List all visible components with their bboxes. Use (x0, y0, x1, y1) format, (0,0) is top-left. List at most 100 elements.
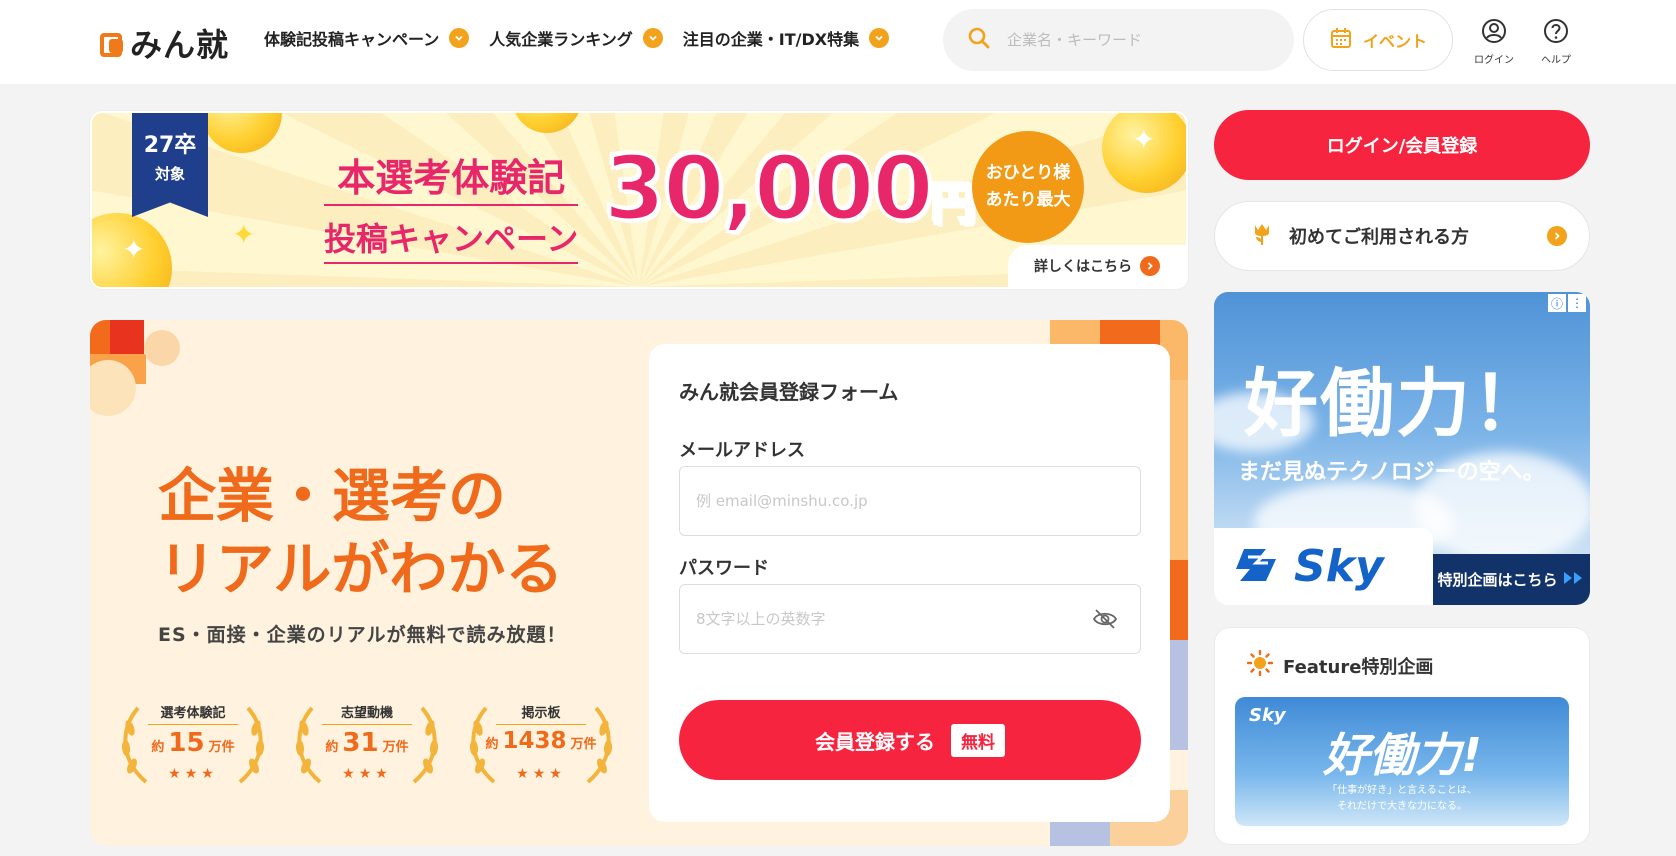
campaign-banner[interactable]: ✦ ✦ ✦ 27卒 対象 本選考体験記 投稿キャンペーン 30,000円 おひと… (90, 111, 1188, 289)
password-field-wrapper (679, 584, 1141, 654)
tulip-icon (1251, 222, 1273, 251)
stat-label: 志望動機 (340, 706, 393, 721)
nav-featured[interactable]: 注目の企業・IT/DX特集 (682, 26, 890, 50)
login-register-button[interactable]: ログイン/会員登録 (1214, 110, 1590, 180)
chevron-down-icon (869, 28, 890, 48)
nav-featured-label: 注目の企業・IT/DX特集 (682, 30, 860, 49)
calendar-icon (1329, 26, 1353, 54)
site-logo[interactable]: みん就 (100, 20, 229, 66)
star-icons: ★★★ (168, 766, 218, 782)
banner-amount: 30,000円 (603, 136, 978, 242)
search-input[interactable] (1007, 31, 1267, 49)
stat-motivations: 志望動機 約 31 万件 ★★★ (290, 698, 444, 788)
decor-circle (144, 330, 180, 366)
ad-info-controls: ⓘ ⋮ (1548, 294, 1586, 312)
chevron-right-icon (1140, 256, 1160, 276)
stat-prefix: 約 (485, 737, 499, 752)
nav-ranking-label: 人気企業ランキング (489, 30, 633, 49)
logo-mark-icon (100, 31, 124, 57)
site-header: みん就 体験記投稿キャンペーン 人気企業ランキング 注目の企業・IT/DX特集 … (0, 0, 1676, 84)
feature-subtext-line2: それだけで大きな力になる。 (1337, 801, 1467, 812)
badge-year: 27卒 (143, 133, 197, 158)
feature-subtext-line1: 「仕事が好き」と言えることは、 (1327, 785, 1477, 796)
email-field-wrapper (679, 466, 1141, 536)
login-label: ログイン (1474, 55, 1514, 66)
sparkle-icon: ✦ (1132, 123, 1156, 156)
search-bar (943, 9, 1294, 71)
register-button[interactable]: 会員登録する 無料 (679, 700, 1141, 780)
hero-subtitle: ES・面接・企業のリアルが無料で読み放題！ (158, 624, 567, 646)
stat-prefix: 約 (325, 740, 339, 755)
nav-campaign[interactable]: 体験記投稿キャンペーン (264, 26, 470, 50)
sun-icon (1246, 649, 1274, 681)
ad-info-icon[interactable]: ⓘ (1548, 294, 1566, 312)
banner-more-label: 詳しくはこちら (1034, 259, 1132, 275)
banner-title: 本選考体験記 投稿キャンペーン (324, 147, 579, 264)
ad-subtitle: まだ見ぬテクノロジーの空へ。 (1238, 460, 1545, 485)
ad-brand: Sky (1214, 528, 1433, 605)
stat-number: 31 (342, 728, 379, 758)
event-button[interactable]: イベント (1303, 9, 1453, 71)
email-field[interactable] (696, 492, 1076, 510)
sparkle-icon: ✦ (232, 218, 256, 251)
form-title: みん就会員登録フォーム (679, 380, 899, 404)
star-icons: ★★★ (342, 766, 392, 782)
banner-amount-unit: 円 (930, 178, 977, 232)
logo-text: みん就 (130, 26, 230, 64)
stat-divider (496, 724, 586, 725)
free-badge: 無料 (951, 723, 1005, 757)
stat-unit: 万件 (208, 740, 235, 755)
first-time-button[interactable]: 初めてご利用される方 (1214, 201, 1590, 271)
stat-divider (322, 724, 412, 725)
sky-logo-icon (1236, 545, 1284, 589)
grad-year-badge: 27卒 対象 (132, 113, 208, 217)
help-link[interactable]: ヘルプ (1526, 18, 1586, 66)
nav-ranking[interactable]: 人気企業ランキング (489, 26, 663, 50)
feature-heading: Feature特別企画 (1246, 649, 1434, 681)
stat-number: 15 (168, 728, 205, 758)
badge-target: 対象 (154, 165, 185, 183)
banner-more-link[interactable]: 詳しくはこちら (1008, 245, 1186, 287)
stats-row: 選考体験記 約 15 万件 ★★★ 志望動機 約 31 万件 ★★★ 掲示板 約 1438… (116, 698, 618, 788)
chevron-down-icon (449, 28, 470, 48)
banner-amount-value: 30,000 (603, 136, 936, 242)
login-link[interactable]: ログイン (1464, 18, 1524, 66)
event-label: イベント (1362, 32, 1427, 51)
stat-value: 約 31 万件 (290, 728, 444, 758)
password-field[interactable] (696, 610, 1076, 628)
ad-menu-icon[interactable]: ⋮ (1568, 294, 1586, 312)
banner-title-line2: 投稿キャンペーン (324, 214, 579, 264)
search-icon[interactable] (967, 26, 991, 54)
stat-number: 1438 (502, 728, 567, 754)
feature-brand: Sky (1249, 705, 1286, 726)
feature-subtext: 「仕事が好き」と言えることは、 それだけで大きな力になる。 (1235, 783, 1569, 815)
stat-value: 約 1438 万件 (464, 728, 618, 754)
stat-divider (148, 724, 238, 725)
stat-unit: 万件 (382, 740, 409, 755)
hero-title: 企業・選考の リアルがわかる (158, 460, 563, 606)
banner-circle-line1: おひとり様 (985, 162, 1071, 183)
chevron-down-icon (642, 28, 663, 48)
help-label: ヘルプ (1541, 55, 1571, 66)
registration-form: みん就会員登録フォーム メールアドレス パスワード 会員登録する 無料 (649, 344, 1170, 822)
stat-label: 掲示板 (521, 706, 561, 721)
main-nav: 体験記投稿キャンペーン 人気企業ランキング 注目の企業・IT/DX特集 (264, 26, 890, 50)
hero-section: 企業・選考の リアルがわかる ES・面接・企業のリアルが無料で読み放題！ 選考体… (90, 320, 1188, 846)
ad-cta[interactable]: 特別企画はこちら (1433, 554, 1590, 605)
ad-cta-label: 特別企画はこちら (1437, 571, 1558, 589)
sky-advertisement[interactable]: ⓘ ⋮ 好働力！ まだ見ぬテクノロジーの空へ。 Sky 特別企画はこちら (1214, 292, 1590, 605)
feature-banner[interactable]: Sky 好働力! 「仕事が好き」と言えることは、 それだけで大きな力になる。 (1235, 697, 1569, 826)
nav-campaign-label: 体験記投稿キャンペーン (264, 30, 440, 49)
chevron-right-icon (1547, 226, 1567, 246)
ad-brand-name: Sky (1294, 541, 1384, 592)
email-label: メールアドレス (679, 440, 805, 461)
feature-heading-label: Feature特別企画 (1283, 656, 1434, 678)
eye-off-icon[interactable] (1092, 608, 1118, 634)
hero-title-line1: 企業・選考の (158, 462, 507, 530)
hero-title-line2: リアルがわかる (158, 535, 564, 604)
stat-board: 掲示板 約 1438 万件 ★★★ (464, 698, 618, 788)
user-icon (1481, 18, 1507, 47)
ad-title: 好働力！ (1244, 361, 1548, 447)
double-arrow-icon (1562, 570, 1586, 590)
stat-reports: 選考体験記 約 15 万件 ★★★ (116, 698, 270, 788)
